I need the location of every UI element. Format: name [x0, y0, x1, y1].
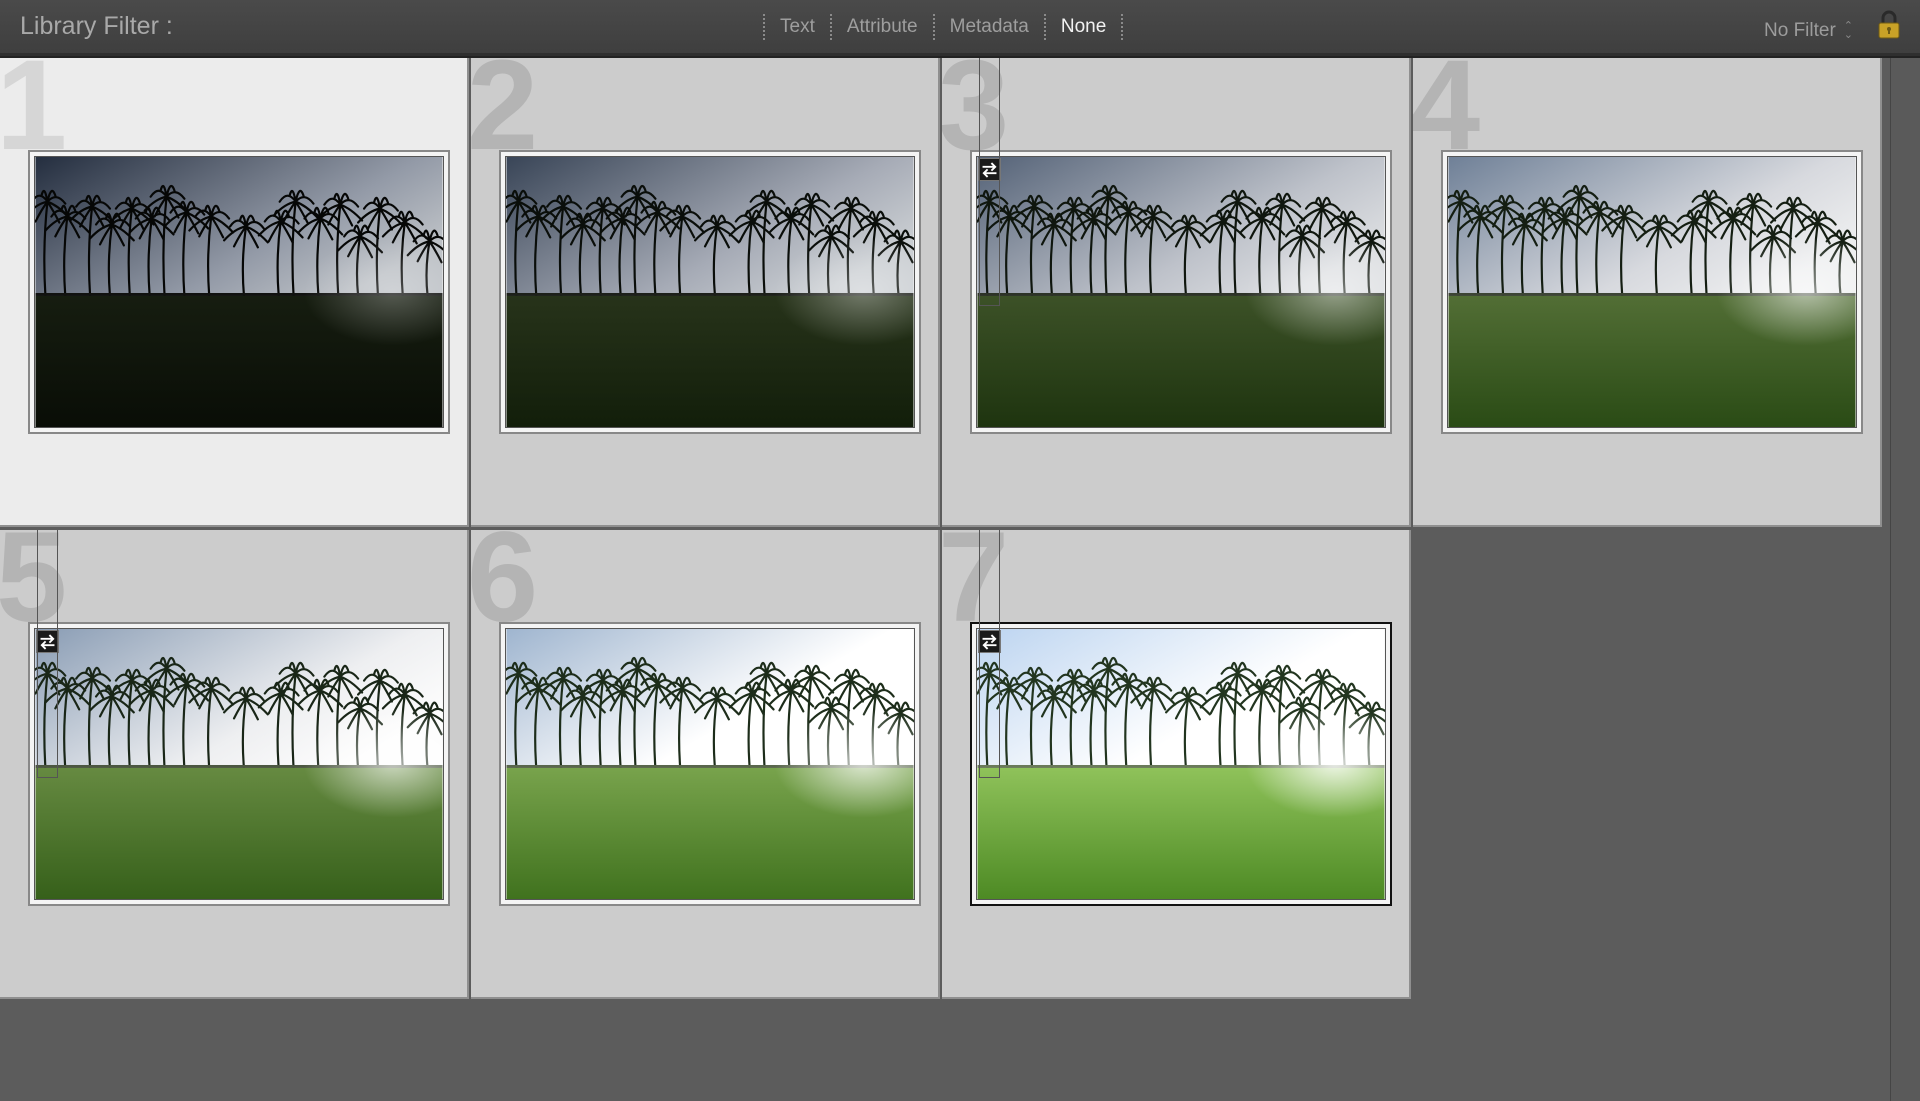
photo-thumbnail[interactable] [34, 156, 444, 428]
photo-thumbnail-frame[interactable] [28, 150, 450, 434]
updown-arrows-icon: ⌃ ⌄ [1843, 20, 1854, 41]
lock-icon[interactable] [1877, 10, 1901, 40]
thumbnail-cell-2[interactable]: 2 [471, 58, 940, 527]
library-filter-bar: Library Filter : Text Attribute Metadata… [0, 0, 1920, 58]
filter-tabs: Text Attribute Metadata None [748, 14, 1138, 40]
photo-thumbnail-frame[interactable] [970, 530, 1392, 906]
photo-thumbnail[interactable] [34, 628, 444, 900]
thumbnail-cell-1[interactable]: 1 [0, 58, 469, 527]
thumbnail-cell-4[interactable]: 4 [1413, 58, 1882, 527]
tab-separator [1121, 14, 1124, 40]
thumbnail-cell-7[interactable]: 7 [942, 530, 1411, 999]
photo-thumbnail[interactable] [505, 156, 915, 428]
photo-thumbnail-frame[interactable] [499, 150, 921, 434]
photo-thumbnail[interactable] [1447, 156, 1857, 428]
photo-thumbnail-frame[interactable] [499, 622, 921, 906]
swap-arrows-icon [37, 530, 58, 778]
tab-attribute[interactable]: Attribute [847, 16, 918, 38]
thumbnail-grid: 1 2 3 4 5 6 7 [0, 58, 1890, 1003]
virtual-copy-badge[interactable] [36, 530, 59, 778]
tab-none[interactable]: None [1061, 16, 1106, 38]
photo-thumbnail-frame[interactable] [28, 530, 450, 906]
swap-arrows-icon [979, 530, 1000, 778]
library-filter-title: Library Filter : [20, 12, 173, 40]
photo-thumbnail[interactable] [976, 156, 1386, 428]
thumbnail-cell-3[interactable]: 3 [942, 58, 1411, 527]
swap-arrows-icon [979, 58, 1000, 306]
tab-metadata[interactable]: Metadata [950, 16, 1029, 38]
thumbnail-cell-5[interactable]: 5 [0, 530, 469, 999]
grid-scrollbar[interactable] [1890, 58, 1920, 1101]
tab-separator [1043, 14, 1046, 40]
thumbnail-cell-6[interactable]: 6 [471, 530, 940, 999]
photo-thumbnail-frame[interactable] [1441, 150, 1863, 434]
tab-text[interactable]: Text [780, 16, 815, 38]
photo-thumbnail[interactable] [976, 628, 1386, 900]
tab-separator [829, 14, 832, 40]
photo-thumbnail[interactable] [505, 628, 915, 900]
virtual-copy-badge[interactable] [978, 530, 1001, 778]
tab-separator [763, 14, 765, 40]
virtual-copy-badge[interactable] [978, 58, 1001, 306]
photo-thumbnail-frame[interactable] [970, 58, 1392, 434]
filter-preset-value: No Filter [1764, 20, 1836, 41]
tab-separator [932, 14, 935, 40]
filter-preset-dropdown[interactable]: No Filter ⌃ ⌄ [1764, 20, 1853, 42]
